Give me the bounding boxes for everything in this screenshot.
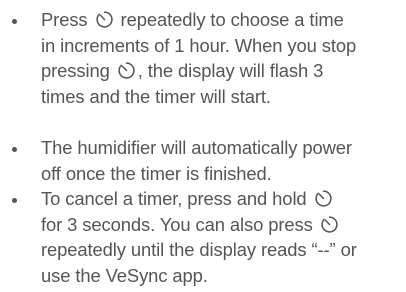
text-line: times and the timer will start. [41,84,405,110]
text-segment: repeatedly until the display reads “--” … [41,239,357,260]
text-segment: To cancel a timer, press and hold [41,188,312,209]
text-segment: in increments of 1 hour. When you stop [41,34,357,56]
timer-icon [320,215,339,234]
text-line: off once the timer is finished. [41,161,405,187]
text-segment: , the display will flash 3 [137,60,324,81]
text-line: repeatedly until the display reads “--” … [41,237,405,263]
bullet-dot [12,19,17,24]
timer-icon [95,10,114,29]
text-segment: times and the timer will start. [41,85,271,107]
text-segment: for 3 seconds. You can also press [41,213,318,235]
bullet-dot [12,147,17,152]
text-line: pressing , the display will flash 3 [41,58,405,84]
text-segment: pressing [41,60,115,81]
bullet-text: The humidifier will automatically power o… [41,135,405,186]
text-segment: repeatedly to choose a time [115,9,344,30]
bullet-dot [12,198,17,203]
timer-icon [117,61,136,80]
text-line: in increments of 1 hour. When you stop [41,33,405,59]
text-segment: The humidifier will automatically power [41,137,352,158]
text-line: The humidifier will automatically power [41,135,405,161]
timer-icon [314,189,333,208]
text-line: To cancel a timer, press and hold [41,186,405,212]
bullet-text: Press repeatedly to choose a time in incr… [41,7,405,109]
text-line: for 3 seconds. You can also press [41,212,405,238]
text-line: Press repeatedly to choose a time [41,7,405,33]
instructions-document: Press repeatedly to choose a time in incr… [0,0,406,292]
text-line: use the VeSync app. [41,263,405,289]
text-segment: off once the timer is finished. [41,162,272,184]
text-segment: use the VeSync app. [41,264,208,286]
bullet-text: To cancel a timer, press and hold for 3 … [41,186,405,288]
text-segment: Press [41,9,93,30]
